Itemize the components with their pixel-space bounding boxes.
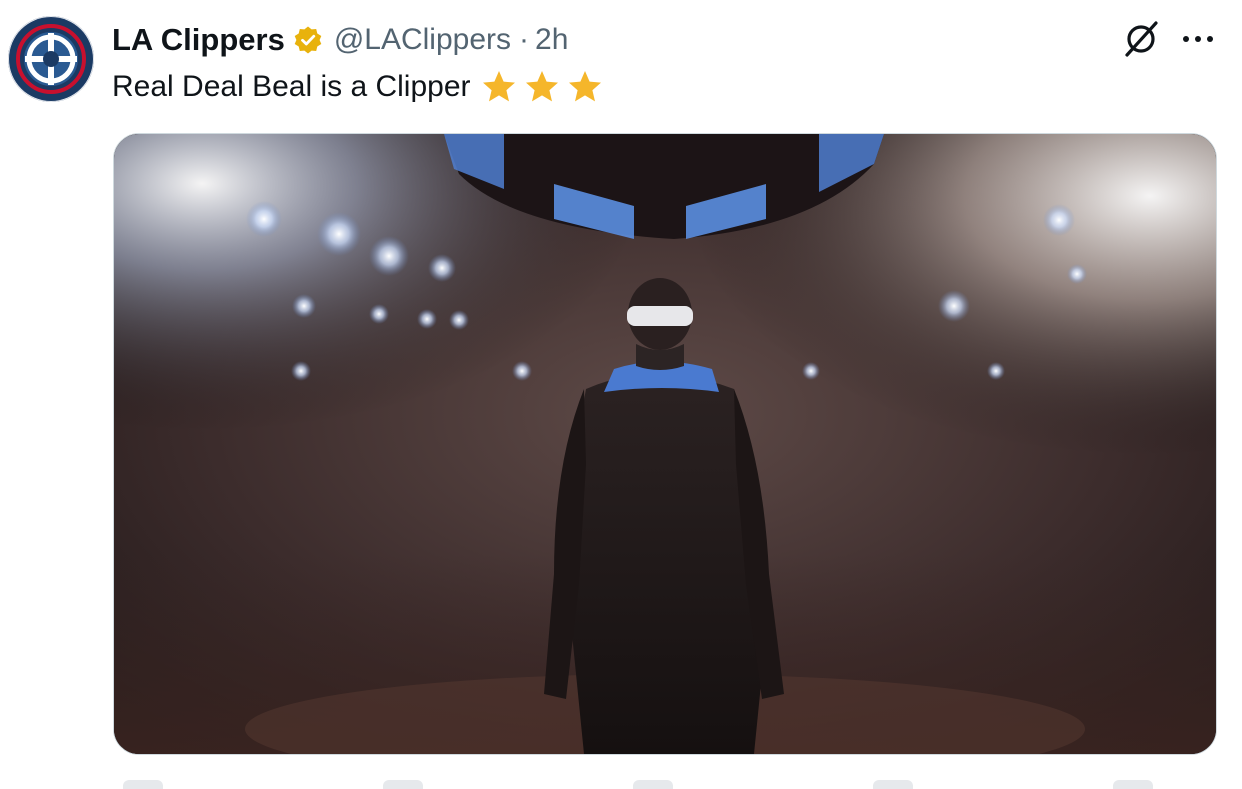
like-icon[interactable] <box>633 780 673 789</box>
verified-badge-icon <box>293 25 323 55</box>
views-icon[interactable] <box>873 780 913 789</box>
action-bar <box>113 770 1215 789</box>
tweet-body-text: Real Deal Beal is a Clipper <box>112 70 471 103</box>
arena-player-photo <box>114 134 1216 754</box>
grok-icon[interactable] <box>1120 18 1162 60</box>
tweet-text: Real Deal Beal is a Clipper <box>112 66 610 108</box>
tweet-photo[interactable] <box>113 133 1217 755</box>
star-icon <box>567 69 603 105</box>
display-name[interactable]: LA Clippers <box>112 22 285 58</box>
reply-icon[interactable] <box>123 780 163 789</box>
timestamp[interactable]: 2h <box>535 23 568 57</box>
avatar[interactable] <box>8 16 94 102</box>
tweet: LA Clippers @LAClippers · 2h Real Deal B… <box>0 0 1242 789</box>
bookmark-icon[interactable] <box>1113 780 1153 789</box>
star-icon <box>524 69 560 105</box>
separator-dot: · <box>519 23 530 56</box>
repost-icon[interactable] <box>383 780 423 789</box>
clippers-logo-icon <box>10 18 92 100</box>
star-icon <box>481 69 517 105</box>
more-horizontal-icon[interactable] <box>1178 22 1218 56</box>
star-emojis <box>481 69 610 105</box>
account-handle[interactable]: @LAClippers <box>334 23 511 57</box>
tweet-header: LA Clippers @LAClippers · 2h <box>112 18 568 62</box>
